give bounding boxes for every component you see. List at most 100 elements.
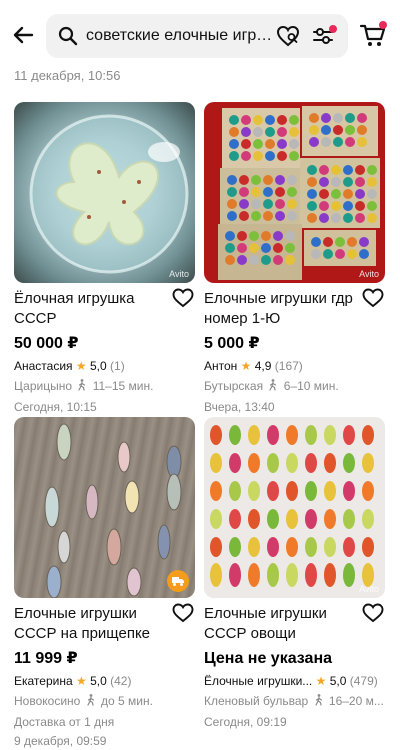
ornament-ball	[343, 177, 353, 187]
ornament-ball	[343, 189, 353, 199]
ornament-ball	[319, 213, 329, 223]
avito-watermark: Avito	[169, 269, 189, 279]
ornament-ball	[355, 189, 365, 199]
location-info: Новокосино до 5 мин.	[14, 693, 153, 709]
vegetable-ornament	[343, 425, 355, 445]
ornament-ball	[237, 243, 247, 253]
ornament-ball	[357, 125, 367, 135]
search-bar[interactable]: советские елочные игрушки	[46, 14, 348, 58]
favorite-heart-icon[interactable]	[172, 603, 194, 623]
vegetable-ornament	[248, 563, 260, 587]
ornament-ball	[333, 113, 343, 123]
ornament-ball	[333, 125, 343, 135]
vegetable-ornament	[229, 537, 241, 557]
listing-title[interactable]: Елочные игрушки СССР на прищепке	[14, 604, 174, 644]
vegetable-ornament	[210, 425, 222, 445]
ornament-ball	[287, 175, 297, 185]
walking-person-icon	[78, 379, 86, 391]
listing-price: 11 999 ₽	[14, 650, 78, 667]
review-count: (479)	[349, 674, 378, 688]
listing-photo[interactable]: Avito	[204, 417, 385, 598]
listing-title[interactable]: Елочные игрушки СССР овощи	[204, 604, 364, 644]
seller-info[interactable]: Антон ★ 4,9 (167)	[204, 358, 303, 375]
ornament-ball	[331, 165, 341, 175]
ornament-ball	[343, 201, 353, 211]
glass-ball-image	[29, 114, 189, 274]
ornament-ball	[311, 249, 321, 259]
star-icon: ★	[315, 674, 327, 688]
seller-info[interactable]: Екатерина ★ 5,0 (42)	[14, 673, 131, 690]
walking-person-icon	[87, 694, 94, 706]
listing-photo[interactable]: Avito	[14, 102, 195, 283]
ornament-ball	[367, 201, 377, 211]
vegetable-ornament	[305, 563, 317, 587]
ornament-ball	[265, 127, 275, 137]
ornament-ball	[331, 213, 341, 223]
filter-icon[interactable]	[312, 25, 338, 47]
ornament-ball	[309, 137, 319, 147]
ornament-ball	[227, 211, 237, 221]
ornament-ball	[275, 211, 285, 221]
ornament-ball	[345, 125, 355, 135]
ornament-ball	[249, 255, 259, 265]
favorite-heart-icon[interactable]	[362, 603, 384, 623]
seller-info[interactable]: Ёлочные игрушки... ★ 5,0 (479)	[204, 673, 378, 690]
listing-date: 9 декабря, 09:59	[14, 734, 107, 748]
ornament-ball	[251, 211, 261, 221]
back-arrow-icon[interactable]	[8, 20, 38, 50]
vegetable-ornament	[229, 453, 241, 473]
listing-card[interactable]: Avito Ёлочная игрушка СССР 50 000 ₽ Анас…	[14, 102, 196, 414]
walk-time: 6–10 мин.	[283, 379, 339, 393]
ornament-ball	[265, 139, 275, 149]
ornament-ball	[273, 255, 283, 265]
vegetable-ornament	[267, 509, 279, 529]
ornament-ball	[333, 137, 343, 147]
vegetable-ornament	[229, 425, 241, 445]
cart-icon[interactable]	[358, 20, 388, 50]
ornament-ball	[263, 175, 273, 185]
ornament-ball	[319, 165, 329, 175]
listing-card[interactable]: Avito Елочные игрушки гдр номер 1-Ю 5 00…	[204, 102, 386, 414]
ornament-ball	[309, 113, 319, 123]
search-input[interactable]: советские елочные игрушки	[86, 26, 276, 46]
ornament-ball	[319, 189, 329, 199]
vegetable-ornament	[343, 537, 355, 557]
vegetable-ornament	[305, 425, 317, 445]
ornament-ball	[229, 151, 239, 161]
ornament-ball	[275, 187, 285, 197]
location-info: Царицыно 11–15 мин.	[14, 378, 153, 394]
seller-info[interactable]: Анастасия ★ 5,0 (1)	[14, 358, 125, 375]
vegetable-ornament	[343, 509, 355, 529]
top-bar: советские елочные игрушки	[0, 0, 400, 66]
vegetable-ornament	[267, 481, 279, 501]
favorite-heart-icon[interactable]	[362, 288, 384, 308]
listing-photo[interactable]: Avito	[204, 102, 385, 283]
ornament-ball	[345, 113, 355, 123]
vegetable-ornament	[324, 537, 336, 557]
ornament-ball	[225, 255, 235, 265]
favorite-heart-icon[interactable]	[172, 288, 194, 308]
listing-title[interactable]: Ёлочная игрушка СССР	[14, 289, 174, 329]
ornament-ball	[367, 165, 377, 175]
ornament-ball	[311, 237, 321, 247]
review-count: (167)	[274, 359, 303, 373]
vegetable-ornament	[210, 537, 222, 557]
vegetable-ornament	[324, 509, 336, 529]
vegetable-ornament	[343, 563, 355, 587]
ornament-ball	[321, 137, 331, 147]
heart-search-icon[interactable]	[276, 25, 300, 47]
listing-card[interactable]: Avito Елочные игрушки СССР овощи Цена не…	[204, 417, 386, 729]
avito-watermark: Avito	[359, 269, 379, 279]
review-count: (1)	[110, 359, 125, 373]
ornament-ball	[367, 189, 377, 199]
avito-watermark: Avito	[359, 584, 379, 594]
search-icon	[58, 26, 78, 46]
listing-photo[interactable]	[14, 417, 195, 598]
vegetable-ornament	[248, 425, 260, 445]
listing-title[interactable]: Елочные игрушки гдр номер 1-Ю	[204, 289, 364, 329]
ornament-boxes-image	[218, 106, 380, 280]
ornament-ball	[343, 165, 353, 175]
vegetable-ornament	[210, 481, 222, 501]
ornament-ball	[263, 211, 273, 221]
listing-card[interactable]: Елочные игрушки СССР на прищепке 11 999 …	[14, 417, 196, 748]
